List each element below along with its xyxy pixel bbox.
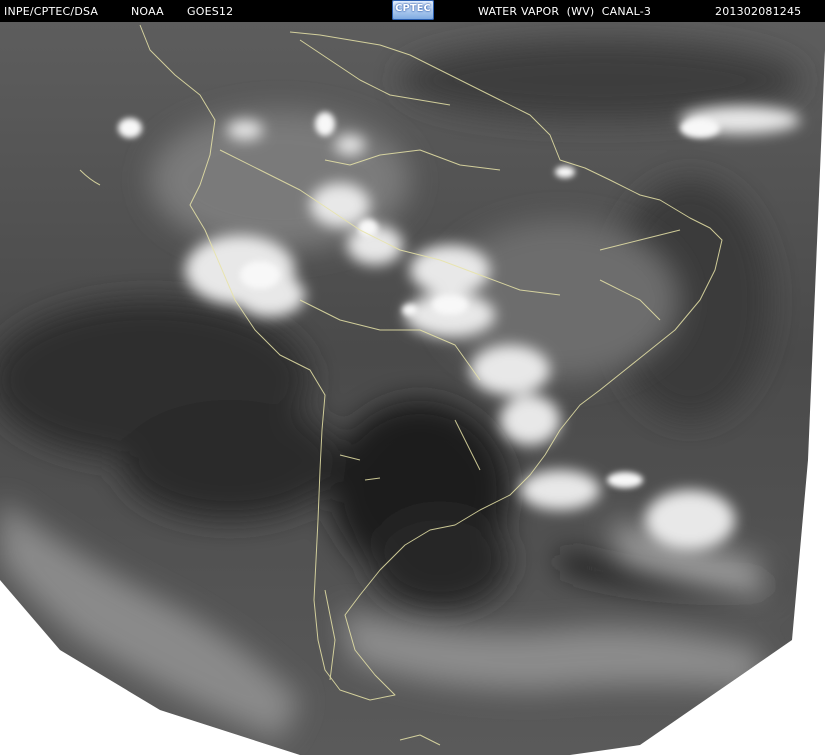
header-satellite: GOES12 bbox=[187, 5, 234, 18]
header-agency: NOAA bbox=[131, 5, 164, 18]
cptec-logo-text: CPTEC bbox=[395, 3, 431, 14]
image-header-bar: INPE/CPTEC/DSA NOAA GOES12 CPTEC WATER V… bbox=[0, 0, 825, 22]
header-timestamp: 201302081245 bbox=[715, 5, 802, 18]
earth-disk bbox=[0, 22, 825, 755]
header-org: INPE/CPTEC/DSA bbox=[4, 5, 99, 18]
header-product: WATER VAPOR (WV) CANAL-3 bbox=[478, 5, 652, 18]
water-vapor-satellite-image bbox=[0, 22, 825, 755]
cptec-logo: CPTEC bbox=[392, 0, 434, 20]
